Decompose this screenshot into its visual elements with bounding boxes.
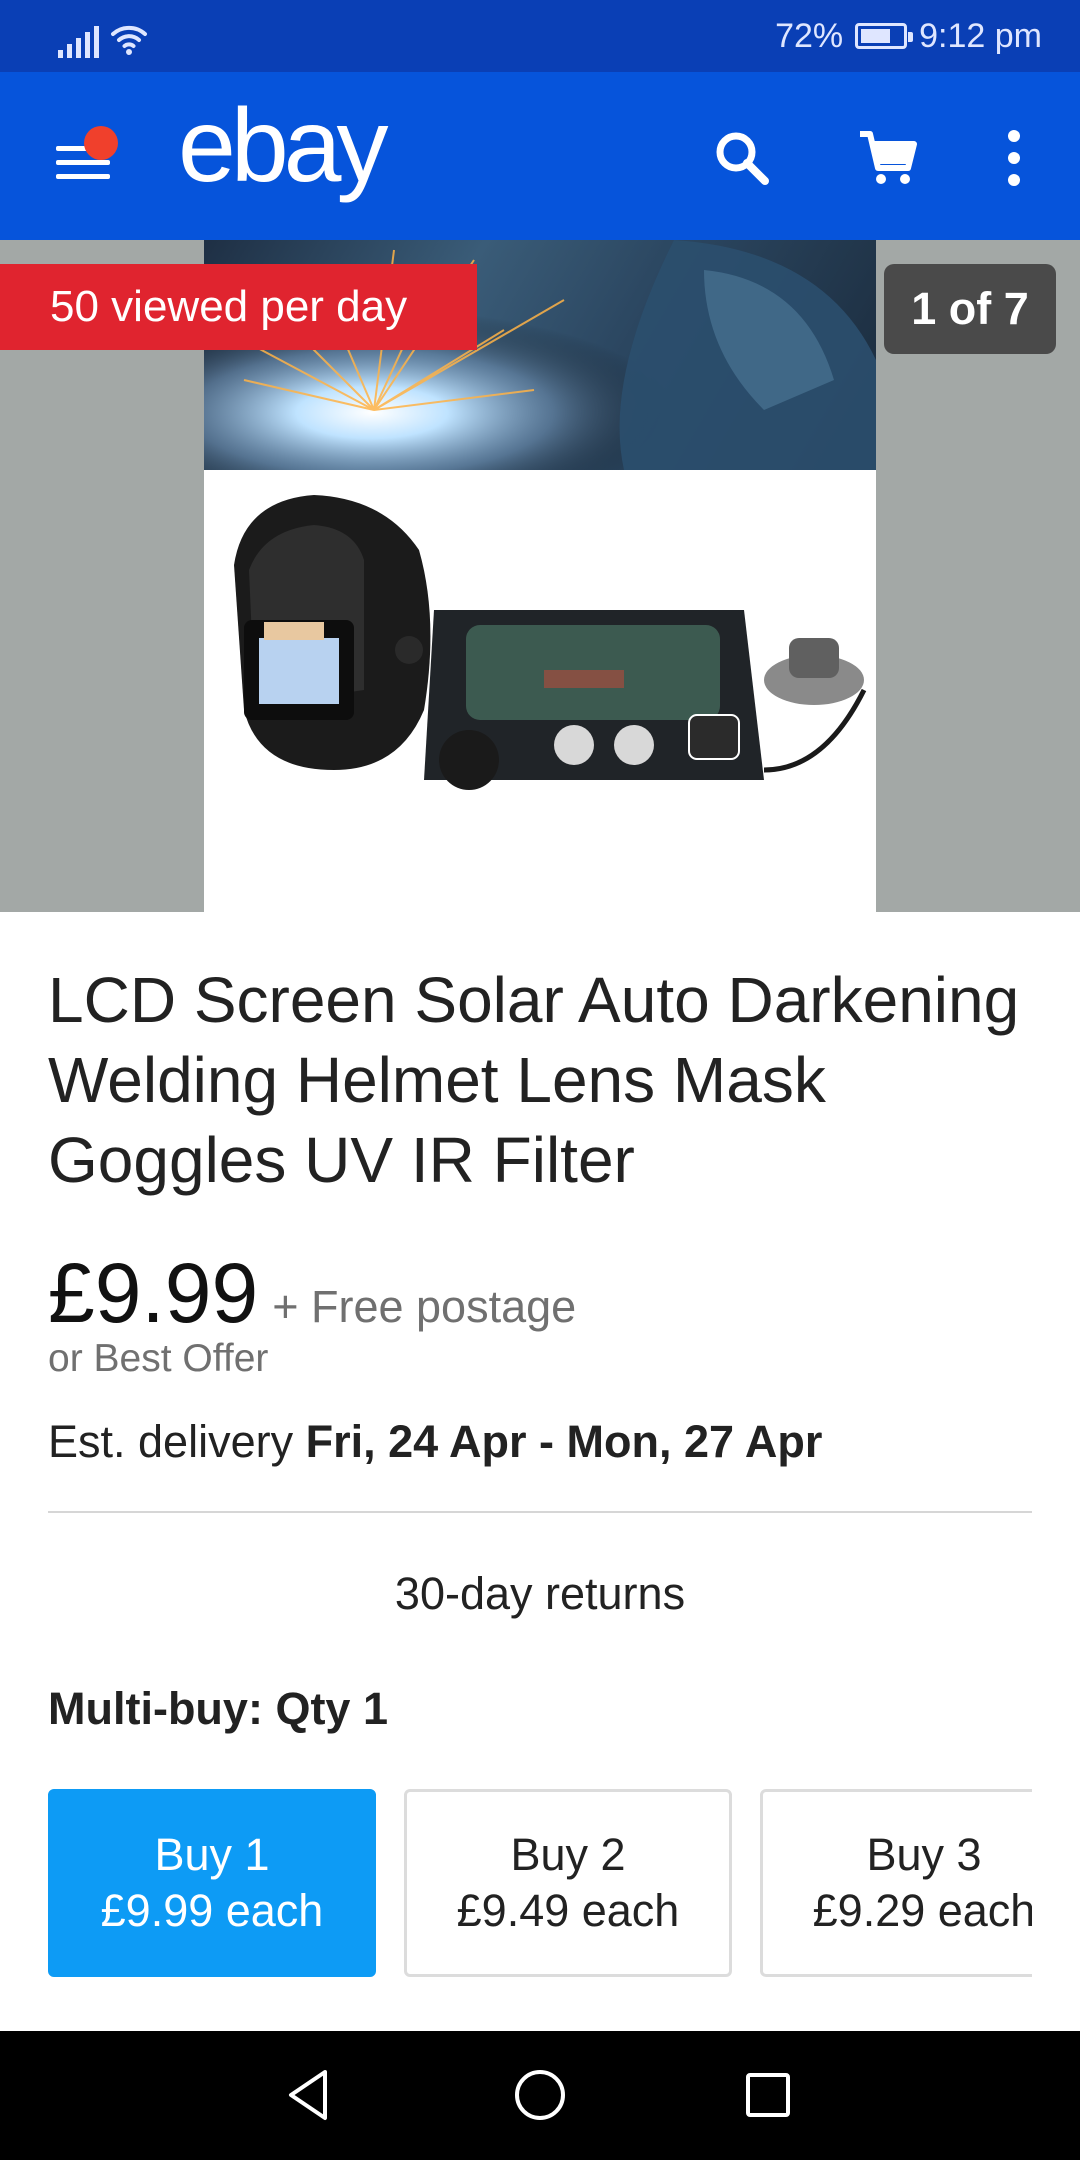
search-button[interactable] bbox=[702, 118, 782, 198]
home-button[interactable] bbox=[500, 2055, 580, 2135]
battery-icon bbox=[855, 23, 914, 49]
ebay-logo[interactable]: ebay bbox=[178, 94, 389, 198]
app-bar: ebay bbox=[0, 72, 1080, 240]
cart-button[interactable] bbox=[848, 118, 928, 198]
buy-option-label: Buy 1 bbox=[154, 1829, 270, 1880]
buy-option-label: Buy 3 bbox=[866, 1829, 982, 1880]
wifi-icon bbox=[111, 25, 147, 55]
returns-policy[interactable]: 30-day returns bbox=[0, 1568, 1080, 1620]
estimated-delivery: Est. delivery Fri, 24 Apr - Mon, 27 Apr bbox=[48, 1416, 822, 1468]
status-icons-right: 72% 9:12 pm bbox=[775, 12, 1042, 60]
status-icons-left bbox=[58, 14, 149, 58]
price-row: £9.99 + Free postage bbox=[48, 1245, 576, 1342]
buy-option-price: £9.49 each bbox=[456, 1885, 680, 1936]
buy-option-2[interactable]: Buy 2 £9.49 each bbox=[404, 1789, 732, 1977]
delivery-dates: Fri, 24 Apr - Mon, 27 Apr bbox=[305, 1416, 823, 1467]
buy-option-3[interactable]: Buy 3 £9.29 each bbox=[760, 1789, 1032, 1977]
delivery-label: Est. delivery bbox=[48, 1416, 294, 1467]
listing-title: LCD Screen Solar Auto Darkening Welding … bbox=[48, 964, 1020, 1196]
helmet-and-lens-image bbox=[234, 495, 867, 790]
best-offer-text: or Best Offer bbox=[48, 1337, 269, 1380]
notification-dot bbox=[84, 126, 118, 160]
recents-icon bbox=[746, 2073, 790, 2117]
menu-icon-line bbox=[56, 160, 110, 165]
battery-percent: 72% bbox=[775, 16, 844, 55]
divider bbox=[48, 1511, 1032, 1513]
buy-option-1[interactable]: Buy 1 £9.99 each bbox=[48, 1789, 376, 1977]
multibuy-options[interactable]: Buy 1 £9.99 each Buy 2 £9.49 each Buy 3 … bbox=[48, 1789, 1032, 1981]
battery-fill bbox=[861, 29, 890, 43]
system-nav-bar bbox=[0, 2031, 1080, 2160]
buy-option-label: Buy 2 bbox=[510, 1829, 626, 1880]
price: £9.99 bbox=[48, 1246, 259, 1340]
back-button[interactable] bbox=[268, 2055, 348, 2135]
search-icon bbox=[716, 132, 769, 185]
menu-icon-line bbox=[56, 174, 110, 179]
status-bar: 72% 9:12 pm bbox=[0, 0, 1080, 72]
clock: 9:12 pm bbox=[919, 16, 1042, 55]
buy-option-price: £9.99 each bbox=[100, 1885, 324, 1936]
image-page-indicator: 1 of 7 bbox=[884, 264, 1056, 354]
cart-icon bbox=[860, 131, 917, 184]
buy-option-price: £9.29 each bbox=[812, 1885, 1032, 1936]
recents-button[interactable] bbox=[728, 2055, 808, 2135]
viewed-per-day-badge: 50 viewed per day bbox=[0, 264, 477, 350]
back-icon bbox=[289, 2070, 327, 2120]
postage-text: + Free postage bbox=[272, 1281, 577, 1332]
more-vert-icon bbox=[1008, 130, 1020, 186]
more-options-button[interactable] bbox=[974, 118, 1054, 198]
home-icon bbox=[515, 2070, 565, 2120]
signal-icon bbox=[58, 24, 99, 58]
image-gallery[interactable]: 50 viewed per day 1 of 7 bbox=[0, 240, 1080, 912]
multibuy-label: Multi-buy: Qty 1 bbox=[48, 1683, 388, 1734]
menu-button[interactable] bbox=[48, 124, 120, 196]
